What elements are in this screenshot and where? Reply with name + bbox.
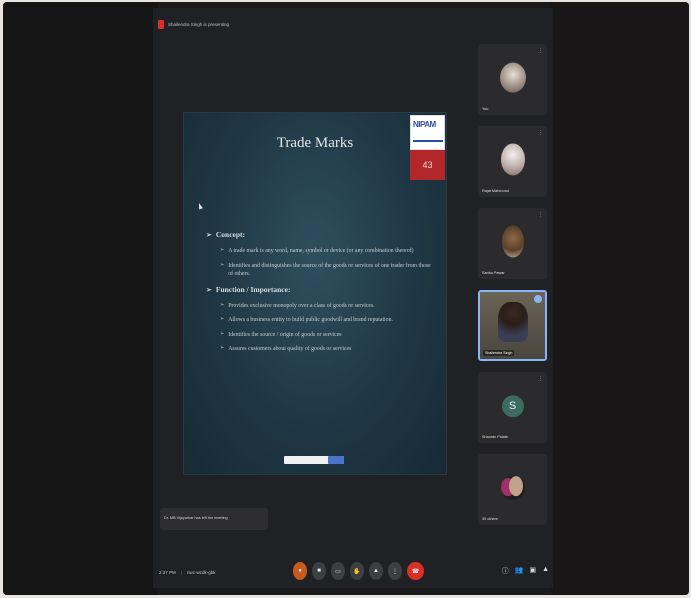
participant-tile-active[interactable]: Shailendra Singh xyxy=(478,290,547,361)
participant-name: Rajat Mahmood xyxy=(482,189,509,193)
right-surround xyxy=(551,2,689,595)
end-call-icon[interactable]: ☎ xyxy=(407,562,424,580)
presentation-slide: Trade Marks NIPAM 43 ➢ Concept: ➢ A trad… xyxy=(183,112,447,475)
side-panel-controls: ⓘ 👥 ▣ ▲ xyxy=(502,566,549,576)
slide-control-button[interactable] xyxy=(328,456,344,464)
more-options-icon[interactable]: ⋮ xyxy=(538,213,543,218)
people-icon[interactable]: 👥 xyxy=(515,566,524,576)
participant-tile[interactable]: ⋮ Sarika Pawar xyxy=(478,208,547,279)
hand-icon[interactable]: ✋ xyxy=(350,562,364,580)
participant-name: Sarika Pawar xyxy=(482,271,505,275)
list-item-text: Provides exclusive monopoly over a class… xyxy=(228,302,375,309)
bullet-arrow-icon: ➢ xyxy=(220,317,225,322)
logo-text: NIPAM xyxy=(413,120,436,129)
notification-toast: Dr. MB Vijayarkar has left the meeting xyxy=(160,508,268,530)
present-icon[interactable]: ▲ xyxy=(369,562,383,580)
bottom-bar: 2:37 PM | nwc-wzdk-gbk ● ■ ▭ ✋ ▲ ⋮ ☎ ⓘ 👥… xyxy=(153,560,553,586)
presenting-text: Shailendra Singh is presenting xyxy=(168,21,230,27)
list-item-text: Identifies the source / origin of goods … xyxy=(228,331,342,338)
activities-icon[interactable]: ▲ xyxy=(542,566,549,576)
logo-underline xyxy=(413,140,443,142)
meeting-time: 2:37 PM xyxy=(159,570,176,575)
section-heading: ➢ Concept: xyxy=(206,230,436,240)
bullet-arrow-icon: ➢ xyxy=(220,331,225,337)
presenting-indicator: Shailendra Singh is presenting xyxy=(158,16,229,32)
presenting-icon xyxy=(158,19,164,29)
participant-name: Shailendra Singh xyxy=(483,350,515,356)
participant-name: You xyxy=(482,107,489,111)
avatar: S xyxy=(501,394,524,417)
left-surround xyxy=(3,2,158,595)
slide-body: ➢ Concept: ➢ A trade mark is any word, n… xyxy=(206,228,436,360)
list-item-text: Assures customers about quality of goods… xyxy=(228,346,352,352)
slide-control-bar[interactable] xyxy=(284,456,344,464)
avatar xyxy=(500,142,525,175)
avatar xyxy=(508,475,523,496)
camera-icon[interactable]: ■ xyxy=(312,562,326,580)
list-item: ➢ Identifies the source / origin of good… xyxy=(220,331,436,340)
list-item: ➢ A trade mark is any word, name, symbol… xyxy=(220,247,436,256)
meeting-code: nwc-wzdk-gbk xyxy=(186,570,216,575)
participant-tile[interactable]: ⋮ You xyxy=(478,44,547,115)
more-options-icon[interactable]: ⋮ xyxy=(538,131,543,136)
bullet-arrow-icon: ➢ xyxy=(220,346,225,351)
list-item-text: Identifies and distinguishes the source … xyxy=(228,262,431,278)
meeting-info: 2:37 PM | nwc-wzdk-gbk xyxy=(159,570,215,575)
participant-tile[interactable]: ⋮ Rajat Mahmood xyxy=(478,126,547,197)
list-item: ➢ Provides exclusive monopoly over a cla… xyxy=(220,302,436,311)
slide-number: 43 xyxy=(410,150,445,180)
participant-tiles: ⋮ You ⋮ Rajat Mahmood ⋮ Sarika Pawar Sha… xyxy=(478,44,547,536)
bullet-arrow-icon: ➢ xyxy=(220,302,225,308)
info-icon[interactable]: ⓘ xyxy=(502,566,509,576)
call-controls: ● ■ ▭ ✋ ▲ ⋮ ☎ xyxy=(293,562,424,580)
mic-icon[interactable]: ● xyxy=(293,562,307,580)
bullet-arrow-icon: ➢ xyxy=(206,231,212,239)
participant-name: 30 others xyxy=(482,517,498,521)
divider: | xyxy=(180,570,182,575)
avatar xyxy=(499,62,526,93)
list-item: ➢ Identifies and distinguishes the sourc… xyxy=(220,262,436,279)
speaking-icon xyxy=(534,295,542,303)
bullet-arrow-icon: ➢ xyxy=(220,248,225,253)
participant-tile-overflow[interactable]: 30 others xyxy=(478,454,547,525)
more-options-icon[interactable]: ⋮ xyxy=(538,377,543,382)
section-heading-text: Function / Importance: xyxy=(215,284,291,294)
captions-icon[interactable]: ▭ xyxy=(331,562,345,580)
list-item-text: Allows a business entity to build public… xyxy=(228,317,393,323)
participant-name: Shaurav Pulate xyxy=(482,435,508,439)
section-heading-text: Concept: xyxy=(215,230,246,239)
participant-tile[interactable]: ⋮ S Shaurav Pulate xyxy=(478,372,547,443)
bullet-arrow-icon: ➢ xyxy=(220,262,225,268)
more-options-icon[interactable]: ⋮ xyxy=(538,49,543,54)
presenter-video xyxy=(498,302,528,342)
more-icon[interactable]: ⋮ xyxy=(388,562,402,580)
section-heading: ➢ Function / Importance: xyxy=(206,285,436,295)
list-item: ➢ Allows a business entity to build publ… xyxy=(220,316,436,325)
institution-logo: NIPAM xyxy=(410,115,445,150)
list-item-text: A trade mark is any word, name, symbol o… xyxy=(228,248,414,254)
bullet-arrow-icon: ➢ xyxy=(206,285,212,294)
avatar xyxy=(501,224,524,257)
list-item: ➢ Assures customers about quality of goo… xyxy=(220,345,436,354)
chat-icon[interactable]: ▣ xyxy=(529,566,536,576)
slide-title: Trade Marks xyxy=(276,135,354,151)
group-avatar xyxy=(500,475,525,500)
